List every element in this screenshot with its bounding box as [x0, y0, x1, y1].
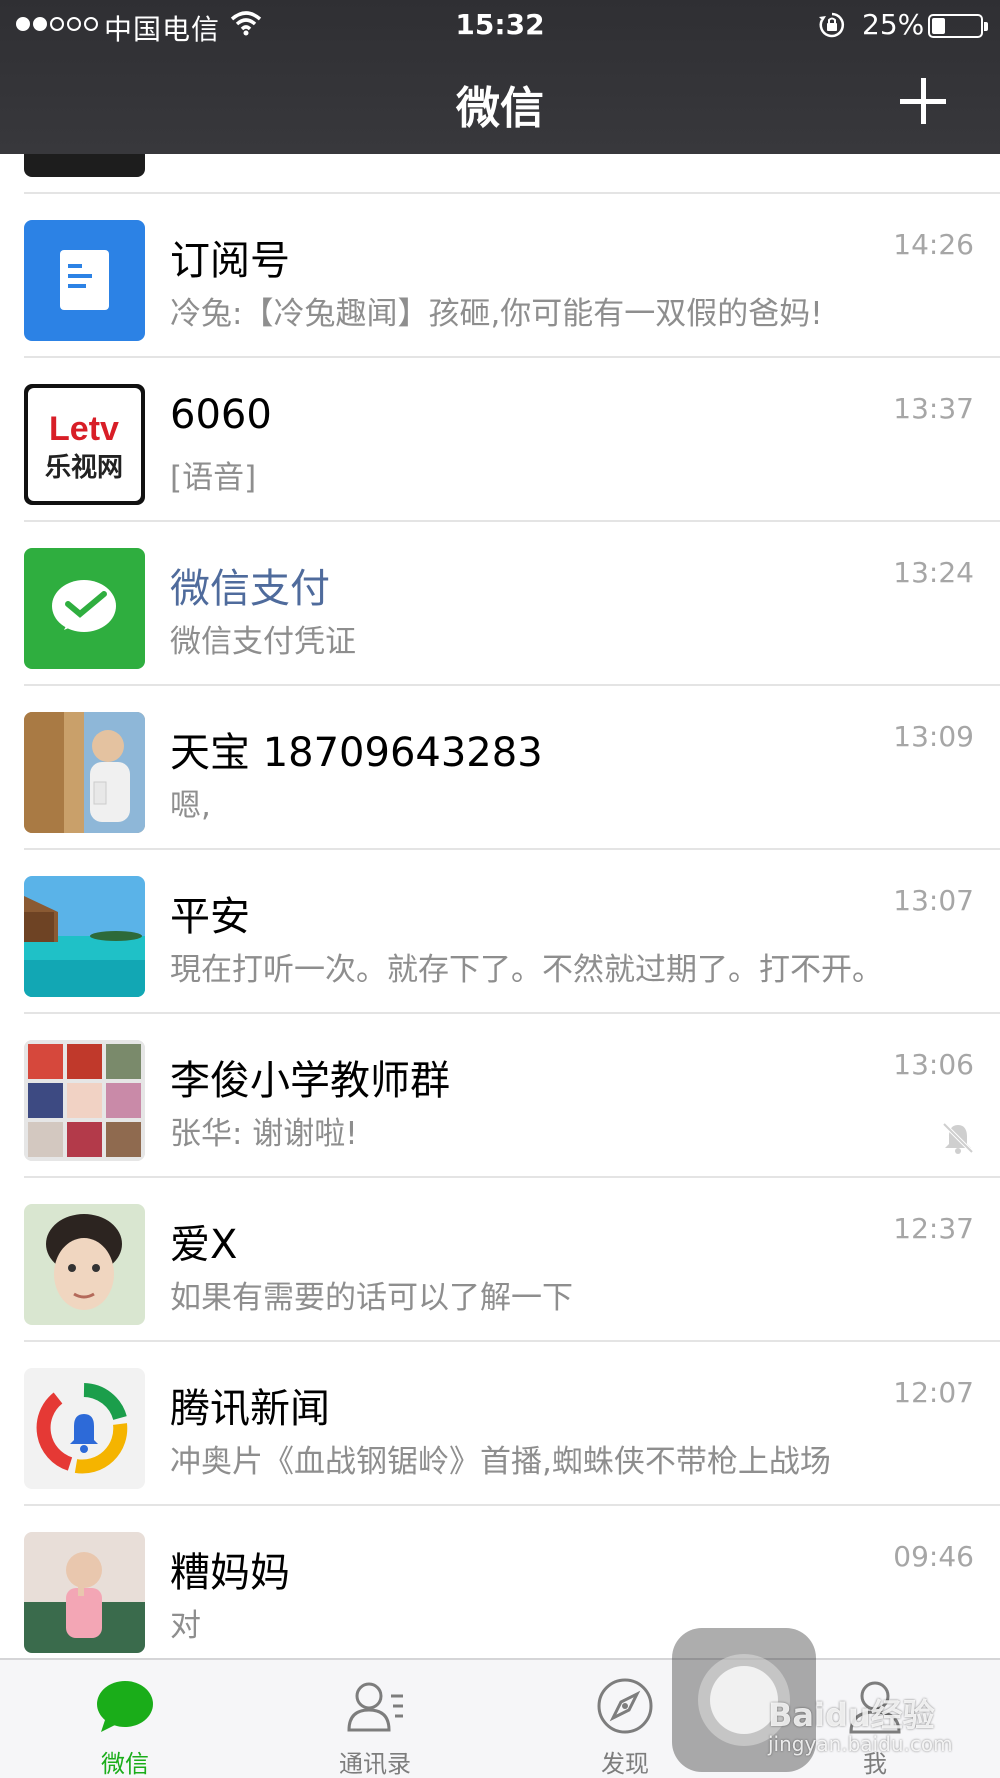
chat-time: 12:37	[893, 1212, 974, 1245]
watermark: Baidu经验	[768, 1696, 935, 1734]
chat-time: 13:07	[893, 884, 974, 917]
chat-name: 6060	[170, 392, 272, 438]
chat-time: 13:09	[893, 720, 974, 753]
chat-row-pingan[interactable]: 平安 現在打听一次。就存下了。不然就过期了。打不开。 13:07	[0, 850, 1000, 1014]
tab-label: 通讯录	[339, 1750, 411, 1778]
svg-text:乐视网: 乐视网	[45, 453, 123, 483]
chat-preview: 对	[170, 1608, 201, 1644]
chat-name: 糟妈妈	[170, 1550, 290, 1596]
chat-preview: [语音]	[170, 460, 257, 496]
battery-icon	[928, 14, 988, 38]
chat-name: 天宝 18709643283	[170, 730, 543, 776]
chat-time: 13:37	[893, 392, 974, 425]
chat-name: 微信支付	[170, 566, 330, 612]
page-title: 微信	[456, 83, 544, 134]
chat-preview: 微信支付凭证	[170, 624, 356, 660]
chat-name: 订阅号	[170, 238, 290, 284]
chat-row-aix[interactable]: 爱X 如果有需要的话可以了解一下 12:37	[0, 1178, 1000, 1342]
chat-row-subscriptions[interactable]: 订阅号 冷兔:【冷兔趣闻】孩砸,你可能有一双假的爸妈! 14:26	[0, 194, 1000, 358]
beach-avatar	[24, 876, 145, 997]
chat-preview: 嗯,	[170, 788, 211, 824]
mute-bell-icon	[940, 1120, 976, 1156]
chat-row-tianbao[interactable]: 天宝 18709643283 嗯, 13:09	[0, 686, 1000, 850]
chat-preview: 現在打听一次。就存下了。不然就过期了。打不开。	[170, 952, 883, 988]
chat-time: 12:07	[893, 1376, 974, 1409]
chat-time: 13:06	[893, 1048, 974, 1081]
status-time: 15:32	[455, 8, 545, 41]
chat-preview: 冷兔:【冷兔趣闻】孩砸,你可能有一双假的爸妈!	[170, 296, 823, 332]
chat-row-wechat-pay[interactable]: 微信支付 微信支付凭证 13:24	[0, 522, 1000, 686]
photo-avatar	[24, 1204, 145, 1325]
photo-avatar	[24, 1532, 145, 1653]
chat-preview: 冲奥片《血战钢锯岭》首播,蜘蛛侠不带枪上战场	[170, 1444, 831, 1480]
chat-row-6060[interactable]: Letv 乐视网 6060 [语音] 13:37	[0, 358, 1000, 522]
chat-preview: 如果有需要的话可以了解一下	[170, 1280, 573, 1316]
chat-name: 爱X	[170, 1222, 238, 1268]
rotation-lock-icon	[818, 11, 846, 46]
chat-time: 14:26	[893, 228, 974, 261]
tab-label: 微信	[101, 1750, 149, 1778]
chat-name: 腾讯新闻	[170, 1386, 330, 1432]
letv-logo: Letv 乐视网	[24, 384, 145, 505]
watermark-url: jingyan.baidu.com	[768, 1732, 953, 1756]
contacts-icon	[345, 1676, 405, 1736]
plus-icon[interactable]	[900, 78, 946, 124]
chat-list[interactable]: 订阅号 冷兔:【冷兔趣闻】孩砸,你可能有一双假的爸妈! 14:26 Letv 乐…	[0, 0, 1000, 1658]
chat-row-teacher-group[interactable]: 李俊小学教师群 张华: 谢谢啦! 13:06	[0, 1014, 1000, 1178]
group-avatar	[24, 1040, 145, 1161]
compass-icon	[595, 1676, 655, 1736]
chat-name: 李俊小学教师群	[170, 1058, 450, 1104]
chat-bubble-icon	[95, 1676, 155, 1736]
chat-row-tencent-news[interactable]: 腾讯新闻 冲奥片《血战钢锯岭》首播,蜘蛛侠不带枪上战场 12:07	[0, 1342, 1000, 1506]
chat-time: 09:46	[893, 1540, 974, 1573]
tencent-news-logo	[24, 1368, 145, 1489]
battery-percent: 25%	[862, 8, 925, 41]
chat-preview: 张华: 谢谢啦!	[170, 1116, 358, 1152]
subscription-icon	[24, 220, 145, 341]
chat-row-zaomama[interactable]: 糟妈妈 对 09:46	[0, 1506, 1000, 1658]
svg-text:Letv: Letv	[49, 410, 119, 448]
status-bar: 中国电信 15:32 25%	[0, 0, 1000, 50]
chat-time: 13:24	[893, 556, 974, 589]
wechat-pay-icon	[24, 548, 145, 669]
top-bar: 中国电信 15:32 25% 微信	[0, 0, 1000, 154]
chat-name: 平安	[170, 894, 250, 940]
photo-avatar	[24, 712, 145, 833]
tab-contacts[interactable]: 通讯录	[250, 1660, 500, 1778]
tab-wechat[interactable]: 微信	[0, 1660, 250, 1778]
